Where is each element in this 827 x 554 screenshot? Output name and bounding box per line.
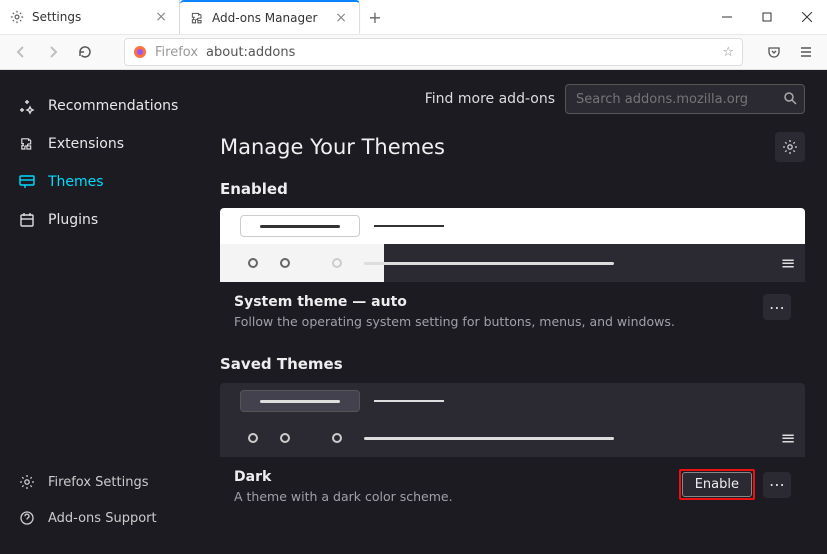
window-titlebar: Settings × Add-ons Manager × + bbox=[0, 0, 827, 35]
url-bar[interactable]: Firefox about:addons ☆ bbox=[124, 38, 743, 66]
maximize-button[interactable] bbox=[747, 0, 787, 34]
sidebar-label: Firefox Settings bbox=[48, 475, 148, 490]
app-menu-button[interactable] bbox=[793, 39, 819, 65]
sparkle-icon bbox=[18, 97, 36, 115]
theme-preview: ≡ bbox=[220, 208, 805, 282]
sidebar-item-recommendations[interactable]: Recommendations bbox=[8, 88, 202, 124]
close-icon[interactable]: × bbox=[333, 8, 349, 28]
theme-description: A theme with a dark color scheme. bbox=[234, 489, 679, 504]
bookmark-star-icon[interactable]: ☆ bbox=[722, 45, 734, 60]
theme-name[interactable]: System theme — auto bbox=[234, 294, 763, 310]
close-window-button[interactable] bbox=[787, 0, 827, 34]
section-enabled: Enabled bbox=[220, 180, 805, 198]
sidebar-label: Add-ons Support bbox=[48, 511, 157, 526]
sidebar-item-themes[interactable]: Themes bbox=[8, 164, 202, 200]
search-addons[interactable] bbox=[565, 84, 805, 114]
sidebar: Recommendations Extensions Themes Plugin… bbox=[0, 70, 210, 554]
help-icon bbox=[18, 509, 36, 527]
hamburger-icon: ≡ bbox=[771, 244, 805, 282]
sidebar-label: Recommendations bbox=[48, 98, 178, 114]
browser-tab-settings[interactable]: Settings × bbox=[0, 0, 180, 34]
sidebar-label: Extensions bbox=[48, 136, 124, 152]
search-input[interactable] bbox=[565, 84, 805, 114]
firefox-icon bbox=[133, 45, 147, 59]
addons-page: Recommendations Extensions Themes Plugin… bbox=[0, 70, 827, 554]
sidebar-item-extensions[interactable]: Extensions bbox=[8, 126, 202, 162]
theme-card-dark: ≡ Dark A theme with a dark color scheme.… bbox=[220, 383, 805, 516]
close-icon[interactable]: × bbox=[153, 7, 169, 27]
calendar-icon bbox=[18, 211, 36, 229]
sidebar-label: Plugins bbox=[48, 212, 98, 228]
theme-more-button[interactable]: ⋯ bbox=[763, 472, 791, 498]
top-strip: Find more add-ons bbox=[220, 84, 805, 114]
page-header: Manage Your Themes bbox=[220, 132, 805, 162]
search-icon[interactable] bbox=[783, 91, 797, 105]
gear-icon bbox=[18, 473, 36, 491]
main-content: Find more add-ons Manage Your Themes Ena… bbox=[210, 70, 827, 554]
browser-tab-addons[interactable]: Add-ons Manager × bbox=[180, 0, 360, 34]
theme-name[interactable]: Dark bbox=[234, 469, 679, 485]
sidebar-label: Themes bbox=[48, 174, 104, 190]
url-text: about:addons bbox=[206, 45, 714, 60]
forward-button[interactable] bbox=[40, 39, 66, 65]
pocket-icon[interactable] bbox=[761, 39, 787, 65]
minimize-button[interactable] bbox=[707, 0, 747, 34]
reload-button[interactable] bbox=[72, 39, 98, 65]
tab-label: Settings bbox=[32, 10, 81, 24]
navigation-toolbar: Firefox about:addons ☆ bbox=[0, 35, 827, 70]
new-tab-button[interactable]: + bbox=[360, 0, 390, 34]
highlight-annotation: Enable bbox=[679, 469, 755, 500]
sidebar-addons-support[interactable]: Add-ons Support bbox=[8, 500, 202, 536]
page-title: Manage Your Themes bbox=[220, 135, 767, 159]
theme-card-system: ≡ System theme — auto Follow the operati… bbox=[220, 208, 805, 341]
tab-label: Add-ons Manager bbox=[212, 11, 317, 25]
brush-icon bbox=[18, 173, 36, 191]
addons-settings-button[interactable] bbox=[775, 132, 805, 162]
find-more-label: Find more add-ons bbox=[425, 91, 555, 107]
sidebar-item-plugins[interactable]: Plugins bbox=[8, 202, 202, 238]
gear-icon bbox=[10, 10, 24, 24]
hamburger-icon: ≡ bbox=[771, 419, 805, 457]
puzzle-icon bbox=[18, 135, 36, 153]
window-controls bbox=[707, 0, 827, 34]
identity-label: Firefox bbox=[155, 45, 198, 60]
sidebar-firefox-settings[interactable]: Firefox Settings bbox=[8, 464, 202, 500]
theme-preview: ≡ bbox=[220, 383, 805, 457]
enable-button[interactable]: Enable bbox=[682, 472, 752, 497]
theme-description: Follow the operating system setting for … bbox=[234, 314, 763, 329]
back-button[interactable] bbox=[8, 39, 34, 65]
section-saved: Saved Themes bbox=[220, 355, 805, 373]
theme-more-button[interactable]: ⋯ bbox=[763, 294, 791, 320]
puzzle-icon bbox=[190, 11, 204, 25]
